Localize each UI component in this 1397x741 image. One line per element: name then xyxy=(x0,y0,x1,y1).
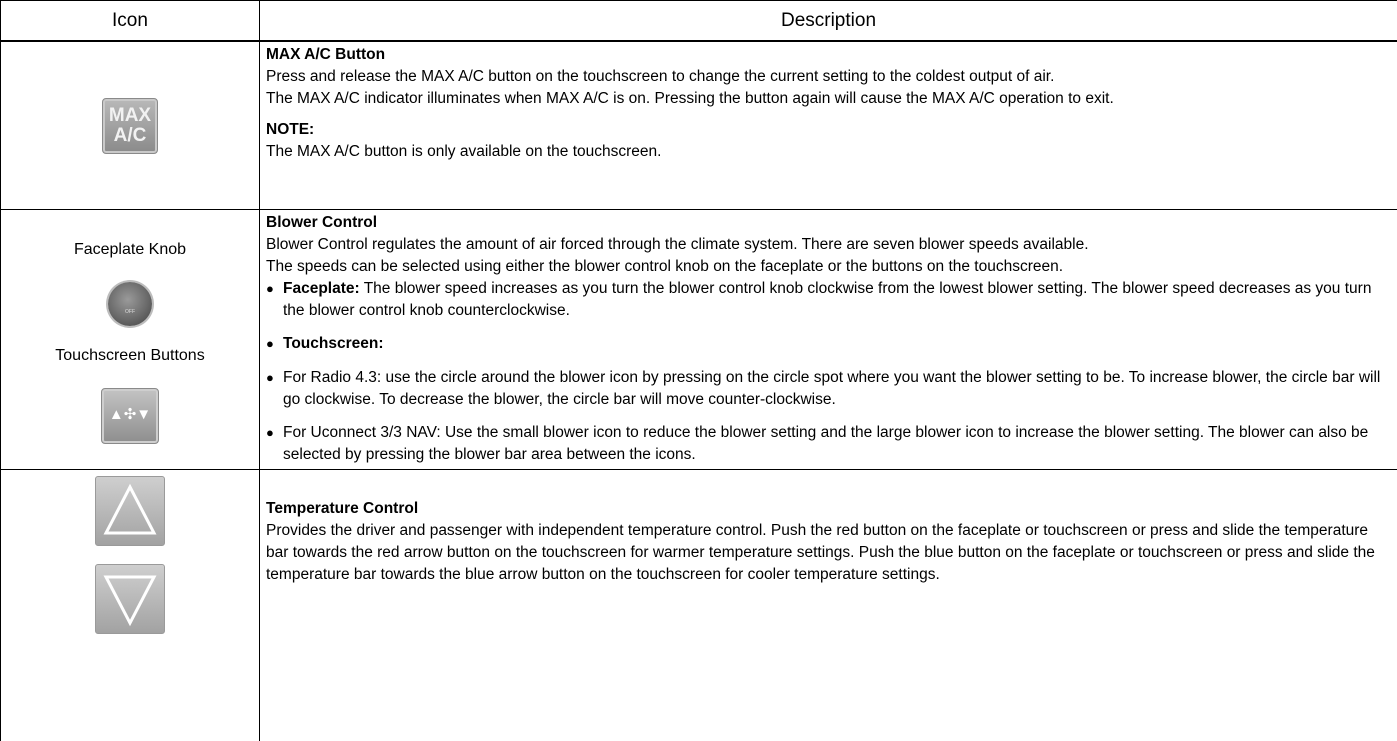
note-text: The MAX A/C button is only available on … xyxy=(266,141,1391,163)
bullet-text: For Radio 4.3: use the circle around the… xyxy=(283,369,1380,408)
icon-column-header: Icon xyxy=(1,1,260,42)
max-ac-icon-line1: MAX xyxy=(103,106,157,126)
knob-off-text: OFF xyxy=(108,309,152,315)
description-column-header: Description xyxy=(260,1,1397,42)
list-item: Touchscreen: xyxy=(266,333,1391,355)
paragraph: Press and release the MAX A/C button on … xyxy=(266,66,1391,88)
description-cell: MAX A/C Button Press and release the MAX… xyxy=(260,41,1397,210)
table-row: Faceplate Knob OFF Touchscreen Buttons ▲… xyxy=(1,210,1397,470)
paragraph: The MAX A/C indicator illuminates when M… xyxy=(266,88,1391,110)
paragraph: Provides the driver and passenger with i… xyxy=(266,520,1391,586)
faceplate-knob-label: Faceplate Knob xyxy=(1,240,259,260)
section-title: Temperature Control xyxy=(266,498,1391,520)
description-cell: Temperature Control Provides the driver … xyxy=(260,470,1397,741)
icon-cell: Faceplate Knob OFF Touchscreen Buttons ▲… xyxy=(1,210,260,470)
temperature-down-icon xyxy=(95,564,165,634)
table-row: Temperature Control Provides the driver … xyxy=(1,470,1397,741)
blower-knob-icon: OFF xyxy=(108,282,152,326)
note-title: NOTE: xyxy=(266,119,1391,141)
list-item: For Uconnect 3/3 NAV: Use the small blow… xyxy=(266,422,1391,466)
icon-cell: MAX A/C xyxy=(1,41,260,210)
controls-table: Icon Description MAX A/C MAX A/C Button … xyxy=(0,0,1397,741)
section-title: Blower Control xyxy=(266,212,1391,234)
bullet-text: For Uconnect 3/3 NAV: Use the small blow… xyxy=(283,424,1368,463)
table-row: MAX A/C MAX A/C Button Press and release… xyxy=(1,41,1397,210)
section-title: MAX A/C Button xyxy=(266,44,1391,66)
touchscreen-buttons-label: Touchscreen Buttons xyxy=(1,346,259,366)
bullet-label: Faceplate: xyxy=(283,280,360,297)
bullet-text: The blower speed increases as you turn t… xyxy=(283,280,1371,319)
list-item: Faceplate: The blower speed increases as… xyxy=(266,278,1391,322)
bullet-list: Faceplate: The blower speed increases as… xyxy=(266,278,1391,466)
bullet-label: Touchscreen: xyxy=(283,335,384,352)
temperature-up-icon xyxy=(95,476,165,546)
paragraph: The speeds can be selected using either … xyxy=(266,256,1391,278)
table-header-row: Icon Description xyxy=(1,1,1397,42)
max-ac-icon: MAX A/C xyxy=(102,98,158,154)
icon-cell xyxy=(1,470,260,741)
blower-fan-icon: ▲✣▼ xyxy=(101,388,159,444)
list-item: For Radio 4.3: use the circle around the… xyxy=(266,367,1391,411)
description-cell: Blower Control Blower Control regulates … xyxy=(260,210,1397,470)
paragraph: Blower Control regulates the amount of a… xyxy=(266,234,1391,256)
max-ac-icon-line2: A/C xyxy=(103,126,157,146)
